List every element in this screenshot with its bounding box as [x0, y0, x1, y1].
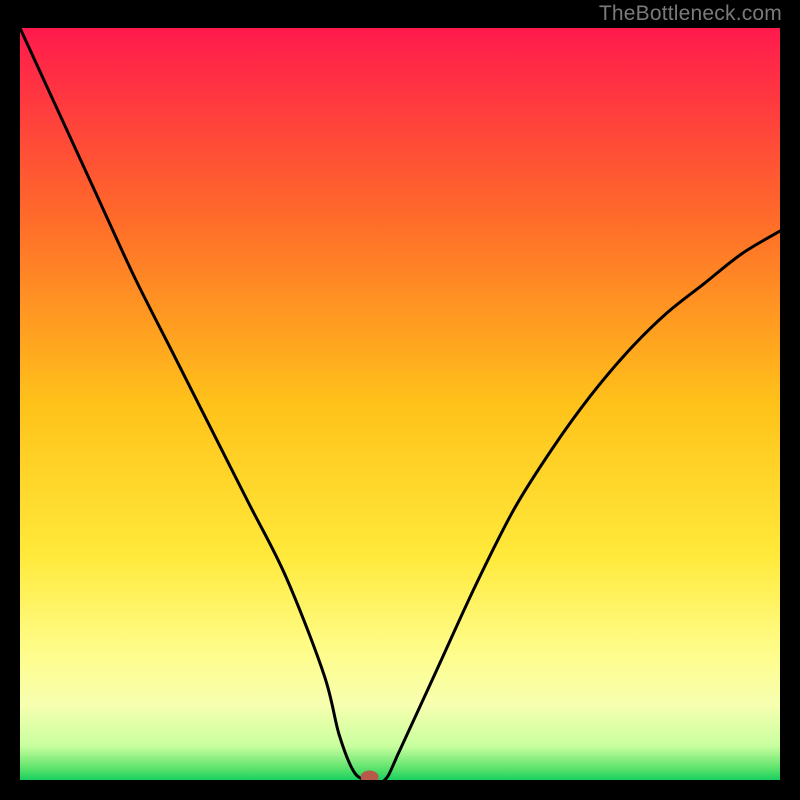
- watermark-text: TheBottleneck.com: [599, 2, 782, 26]
- plot-area: [20, 28, 780, 780]
- chart-frame: TheBottleneck.com: [0, 0, 800, 800]
- gradient-background: [20, 28, 780, 780]
- bottleneck-chart: [20, 28, 780, 780]
